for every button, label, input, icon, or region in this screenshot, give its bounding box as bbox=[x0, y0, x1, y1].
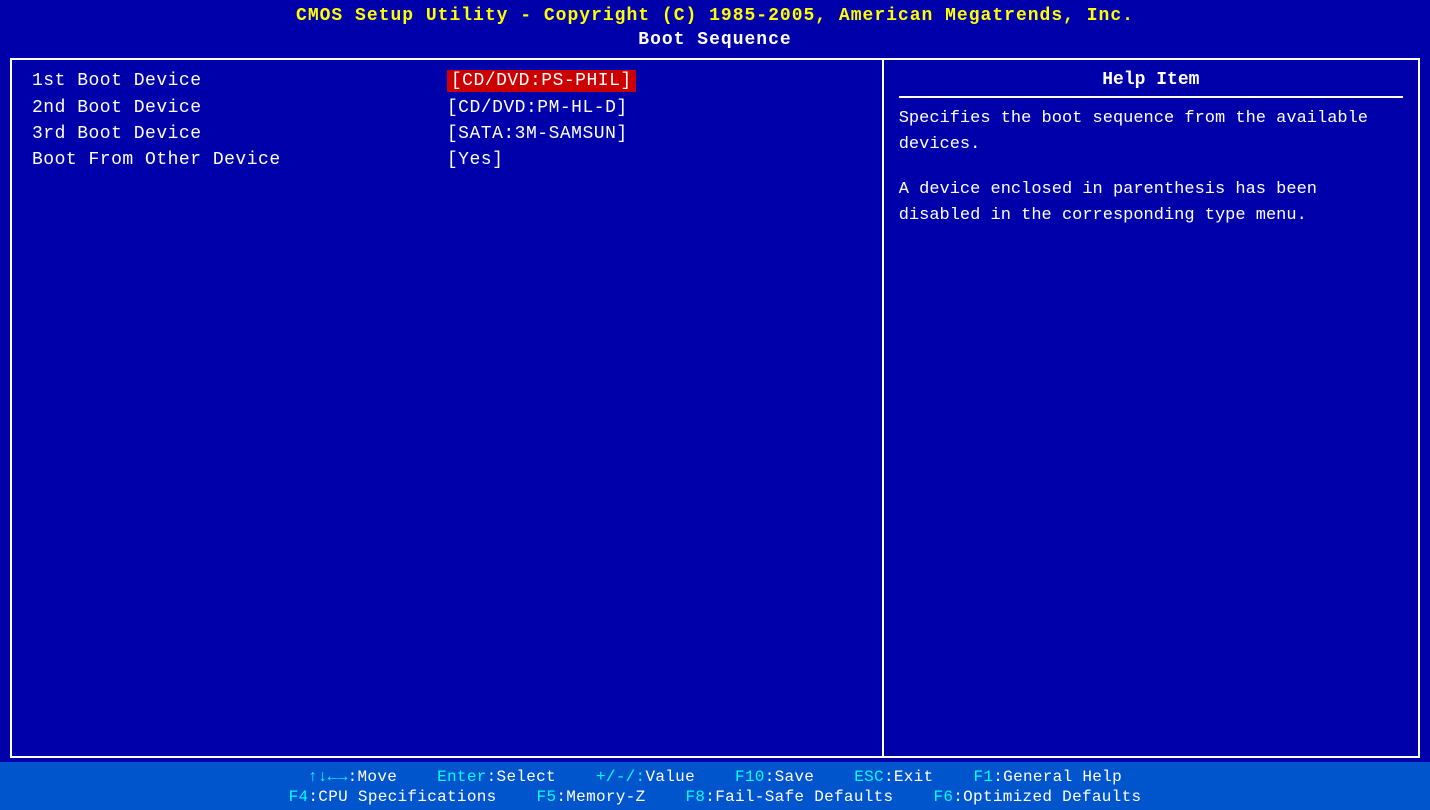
left-panel: 1st Boot Device[CD/DVD:PS-PHIL]2nd Boot … bbox=[12, 60, 884, 756]
nav-desc-row1-4: :Exit bbox=[884, 768, 934, 786]
setting-row-1[interactable]: 2nd Boot Device[CD/DVD:PM-HL-D] bbox=[32, 98, 862, 118]
nav-row-1: ↑↓←→:Move Enter:Select +/-/:Value F10:Save E… bbox=[10, 768, 1420, 786]
setting-label-2: 3rd Boot Device bbox=[32, 124, 447, 144]
nav-item-row1-4: ESC:Exit bbox=[854, 768, 933, 786]
setting-label-3: Boot From Other Device bbox=[32, 150, 447, 170]
setting-row-0[interactable]: 1st Boot Device[CD/DVD:PS-PHIL] bbox=[32, 70, 862, 92]
nav-key-row1-2: +/-/: bbox=[596, 768, 646, 786]
setting-row-3[interactable]: Boot From Other Device[Yes] bbox=[32, 150, 862, 170]
help-paragraph-1: A device enclosed in parenthesis has bee… bbox=[899, 177, 1403, 230]
help-title: Help Item bbox=[899, 70, 1403, 98]
nav-item-row1-2: +/-/:Value bbox=[596, 768, 695, 786]
nav-desc-row1-3: :Save bbox=[765, 768, 815, 786]
setting-value-1[interactable]: [CD/DVD:PM-HL-D] bbox=[447, 98, 628, 118]
nav-key-row1-1: Enter bbox=[437, 768, 487, 786]
nav-desc-row1-1: :Select bbox=[487, 768, 556, 786]
nav-key-row1-5: F1 bbox=[973, 768, 993, 786]
nav-row-2: F4:CPU Specifications F5:Memory-Z F8:Fail-… bbox=[10, 788, 1420, 806]
setting-value-2[interactable]: [SATA:3M-SAMSUN] bbox=[447, 124, 628, 144]
nav-desc-row2-1: :Memory-Z bbox=[556, 788, 645, 806]
bios-screen: CMOS Setup Utility - Copyright (C) 1985-… bbox=[0, 0, 1430, 810]
nav-item-row2-2: F8:Fail-Safe Defaults bbox=[685, 788, 893, 806]
nav-item-row2-0: F4:CPU Specifications bbox=[289, 788, 497, 806]
nav-key-row1-0: ↑↓←→ bbox=[308, 768, 348, 786]
right-panel: Help Item Specifies the boot sequence fr… bbox=[884, 60, 1418, 756]
header-title: CMOS Setup Utility - Copyright (C) 1985-… bbox=[0, 0, 1430, 28]
nav-desc-row1-2: Value bbox=[645, 768, 695, 786]
main-content: 1st Boot Device[CD/DVD:PS-PHIL]2nd Boot … bbox=[0, 54, 1430, 762]
nav-item-row1-5: F1:General Help bbox=[973, 768, 1122, 786]
help-text: Specifies the boot sequence from the ava… bbox=[899, 106, 1403, 229]
setting-label-0: 1st Boot Device bbox=[32, 71, 447, 91]
setting-value-0[interactable]: [CD/DVD:PS-PHIL] bbox=[447, 70, 636, 92]
nav-item-row1-0: ↑↓←→:Move bbox=[308, 768, 397, 786]
nav-key-row1-4: ESC bbox=[854, 768, 884, 786]
nav-item-row1-3: F10:Save bbox=[735, 768, 814, 786]
nav-desc-row2-0: :CPU Specifications bbox=[308, 788, 496, 806]
nav-key-row2-2: F8 bbox=[685, 788, 705, 806]
nav-key-row2-0: F4 bbox=[289, 788, 309, 806]
help-paragraph-0: Specifies the boot sequence from the ava… bbox=[899, 106, 1403, 159]
nav-desc-row1-5: :General Help bbox=[993, 768, 1122, 786]
nav-item-row2-1: F5:Memory-Z bbox=[537, 788, 646, 806]
nav-key-row2-3: F6 bbox=[933, 788, 953, 806]
bottom-bar: ↑↓←→:Move Enter:Select +/-/:Value F10:Save E… bbox=[0, 762, 1430, 810]
setting-row-2[interactable]: 3rd Boot Device[SATA:3M-SAMSUN] bbox=[32, 124, 862, 144]
nav-desc-row2-3: :Optimized Defaults bbox=[953, 788, 1141, 806]
nav-key-row1-3: F10 bbox=[735, 768, 765, 786]
header-subtitle: Boot Sequence bbox=[0, 28, 1430, 54]
setting-value-3[interactable]: [Yes] bbox=[447, 150, 504, 170]
nav-desc-row1-0: :Move bbox=[348, 768, 398, 786]
setting-label-1: 2nd Boot Device bbox=[32, 98, 447, 118]
nav-item-row1-1: Enter:Select bbox=[437, 768, 556, 786]
nav-item-row2-3: F6:Optimized Defaults bbox=[933, 788, 1141, 806]
content-border: 1st Boot Device[CD/DVD:PS-PHIL]2nd Boot … bbox=[10, 58, 1420, 758]
nav-key-row2-1: F5 bbox=[537, 788, 557, 806]
nav-desc-row2-2: :Fail-Safe Defaults bbox=[705, 788, 893, 806]
